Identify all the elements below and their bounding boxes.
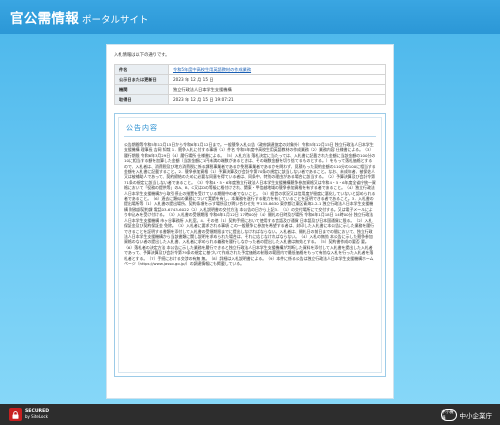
info-table: 件名 令和5年度中高校生用英語教材の作成業務 公示日または更新日 2023 年 … (114, 64, 386, 105)
retrieved-date: 2023 年 12 月 15 日 19:07:21 (168, 94, 386, 105)
row-label-retrieved: 取得日 (114, 94, 169, 105)
org-name: 中小企業庁 (459, 411, 493, 420)
agency-name: 独立行政法人日本学生支援機構 (168, 84, 386, 95)
table-row: 機関 独立行政法人日本学生支援機構 (114, 84, 386, 95)
lock-icon (9, 408, 22, 421)
intro-text: 入札情報は以下の通りです。 (114, 53, 170, 58)
table-row: 件名 令和5年度中高校生用英語教材の作成業務 (114, 64, 386, 75)
notice-section-inner: 公告内容 公告期間等令和5年12月15日から令和6年1月12日まで。一般競争入札… (118, 117, 382, 373)
secured-label: SECURED by SiteLock (25, 409, 50, 419)
subject-link[interactable]: 令和5年度中高校生用英語教材の作成業務 (168, 64, 386, 75)
detail-card: 入札情報は以下の通りです。 件名 令和5年度中高校生用英語教材の作成業務 公示日… (106, 44, 394, 399)
row-label-date: 公示日または更新日 (114, 74, 169, 85)
section-title: 公告内容 (124, 123, 376, 137)
table-row: 取得日 2023 年 12 月 15 日 19:07:21 (114, 94, 386, 105)
site-title[interactable]: 官公需情報 (10, 7, 79, 27)
secured-badge[interactable]: SECURED by SiteLock (9, 408, 49, 421)
site-footer: SECURED by SiteLock 中小機構 中小企業庁 (0, 404, 500, 425)
notice-body: 公告期間等令和5年12月15日から令和6年1月12日まで。一般競争入札公告（政府… (124, 142, 376, 266)
site-header: 官公需情報 ポータルサイト (0, 0, 500, 34)
site-subtitle[interactable]: ポータルサイト (82, 12, 149, 26)
row-label-agency: 機関 (114, 84, 169, 95)
notice-section: 公告内容 公告期間等令和5年12月15日から令和6年1月12日まで。一般競争入札… (114, 113, 386, 377)
row-label-subject: 件名 (114, 64, 169, 75)
notice-date: 2023 年 12 月 15 日 (168, 74, 386, 85)
main-area: 入札情報は以下の通りです。 件名 令和5年度中高校生用英語教材の作成業務 公示日… (0, 34, 500, 404)
org-badge: 中小機構 (440, 408, 457, 421)
org-logo[interactable]: 中小機構 中小企業庁 (440, 408, 493, 421)
table-row: 公示日または更新日 2023 年 12 月 15 日 (114, 74, 386, 85)
